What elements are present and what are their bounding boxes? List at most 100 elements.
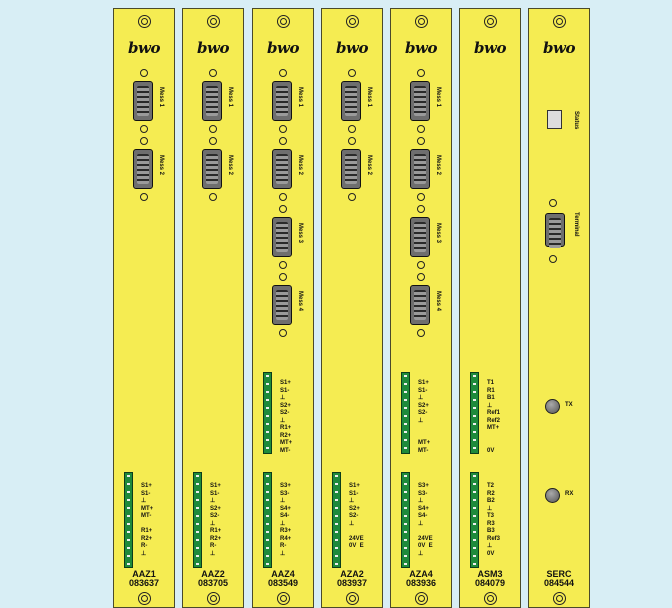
brand-logo: bwo [197,39,229,57]
connector-label: Mess 2 [366,155,372,176]
module-card-aaz1: bwo Mess 1 Mess 2 S1+ S1- ⊥ MT+ MT- R1+ R2+… [113,8,175,608]
mount-hole-icon [417,193,425,201]
dsub-connector-mess-2[interactable] [272,149,292,189]
terminal-block-bottom[interactable] [332,472,341,568]
terminal-block-bottom[interactable] [263,472,272,568]
pin-labels-bottom: S1+ S1- ⊥ S2+ S2- ⊥ 24VE 0V E [349,483,364,549]
brand-logo: bwo [543,39,575,57]
status-label: Status [573,111,579,130]
dsub-connector-mess-4[interactable] [272,285,292,325]
brand-logo: bwo [405,39,437,57]
mount-hole-icon [140,125,148,133]
brand-logo: bwo [267,39,299,57]
connector-label: Mess 1 [297,87,303,108]
mount-hole-icon [417,205,425,213]
pin-labels-top: S1+ S1- ⊥ S2+ S2- ⊥ R1+ R2+ MT+ MT- [280,380,293,454]
connector-label: Mess 1 [366,87,372,108]
tx-led-icon [545,399,560,414]
connector-label: Mess 3 [297,223,303,244]
connector-label: Mess 4 [297,291,303,312]
screw-bottom-icon [206,592,220,605]
module-card-asm3: bwo T1 R1 B1 ⊥ Ref1 Ref2 MT+ 0V T2 R2 B2 ⊥… [459,8,521,608]
terminal-label: Terminal [573,212,579,237]
mount-hole-icon [549,199,557,207]
mount-hole-icon [417,329,425,337]
terminal-block-bottom[interactable] [470,472,479,568]
module-card-aaz2: bwo Mess 1 Mess 2 S1+ S1- ⊥ S2+ S2- ⊥ R1+ R… [182,8,244,608]
module-card-aaz4: bwo Mess 1 Mess 2 Mess 3 Mess 4 S1+ S1- ⊥ S2+… [252,8,314,608]
dsub-connector-mess-1[interactable] [133,81,153,121]
connector-label: Mess 2 [435,155,441,176]
mount-hole-icon [209,137,217,145]
screw-top-icon [276,15,290,28]
pin-labels-bottom: S1+ S1- ⊥ S2+ S2- ⊥ R1+ R2+ R- ⊥ [210,483,222,557]
dsub-connector-mess-1[interactable] [410,81,430,121]
mount-hole-icon [279,137,287,145]
mount-hole-icon [417,125,425,133]
mount-hole-icon [417,273,425,281]
mount-hole-icon [209,69,217,77]
screw-top-icon [137,15,151,28]
mount-hole-icon [279,329,287,337]
pin-labels-top: S1+ S1- ⊥ S2+ S2- ⊥ MT+ MT- [418,380,431,454]
terminal-block-bottom[interactable] [124,472,133,568]
connector-label: Mess 2 [158,155,164,176]
dsub-connector-mess-1[interactable] [202,81,222,121]
connector-label: Mess 2 [227,155,233,176]
mount-hole-icon [279,261,287,269]
mount-hole-icon [348,193,356,201]
mount-hole-icon [348,137,356,145]
screw-top-icon [414,15,428,28]
dsub-connector-mess-2[interactable] [202,149,222,189]
dsub-connector-mess-3[interactable] [272,217,292,257]
mount-hole-icon [348,125,356,133]
mount-hole-icon [417,261,425,269]
mount-hole-icon [140,193,148,201]
tx-label: TX [565,402,573,408]
terminal-block-top[interactable] [470,372,479,454]
screw-bottom-icon [137,592,151,605]
mount-hole-icon [140,69,148,77]
mount-hole-icon [279,273,287,281]
pin-labels-bottom: S3+ S3- ⊥ S4+ S4- ⊥ 24VE 0V E ⊥ [418,483,433,557]
connector-label: Mess 2 [297,155,303,176]
connector-label: Mess 1 [158,87,164,108]
terminal-block-bottom[interactable] [401,472,410,568]
connector-label: Mess 1 [227,87,233,108]
terminal-block-top[interactable] [401,372,410,454]
mount-hole-icon [279,69,287,77]
mount-hole-icon [417,69,425,77]
mount-hole-icon [279,205,287,213]
module-code: 083937 [336,578,368,588]
module-rack: bwo Mess 1 Mess 2 S1+ S1- ⊥ MT+ MT- R1+ R2+… [0,0,672,608]
connector-label: Mess 3 [435,223,441,244]
dsub-connector-mess-2[interactable] [133,149,153,189]
screw-bottom-icon [414,592,428,605]
screw-top-icon [345,15,359,28]
dsub-connector-mess-1[interactable] [341,81,361,121]
pin-labels-bottom: S3+ S3- ⊥ S4+ S4- ⊥ R3+ R4+ R- ⊥ [280,483,292,557]
dsub-connector-mess-2[interactable] [341,149,361,189]
dsub-connector-mess-2[interactable] [410,149,430,189]
rx-label: RX [565,491,574,497]
module-code: 083705 [197,578,229,588]
module-code: 083936 [405,578,437,588]
rx-led-icon [545,488,560,503]
terminal-port[interactable] [545,213,565,248]
mount-hole-icon [209,193,217,201]
terminal-block-top[interactable] [263,372,272,454]
brand-logo: bwo [336,39,368,57]
brand-logo: bwo [128,39,160,57]
module-card-aza2: bwo Mess 1 Mess 2 S1+ S1- ⊥ S2+ S2- ⊥ 24VE … [321,8,383,608]
terminal-block-bottom[interactable] [193,472,202,568]
module-code: 084079 [474,578,506,588]
module-card-aza4: bwo Mess 1 Mess 2 Mess 3 Mess 4 S1+ S1- ⊥ S2+… [390,8,452,608]
pin-labels-bottom: S1+ S1- ⊥ MT+ MT- R1+ R2+ R- ⊥ [141,483,154,557]
screw-bottom-icon [345,592,359,605]
dsub-connector-mess-4[interactable] [410,285,430,325]
dsub-connector-mess-3[interactable] [410,217,430,257]
connector-label: Mess 4 [435,291,441,312]
connector-label: Mess 1 [435,87,441,108]
screw-bottom-icon [483,592,497,605]
dsub-connector-mess-1[interactable] [272,81,292,121]
